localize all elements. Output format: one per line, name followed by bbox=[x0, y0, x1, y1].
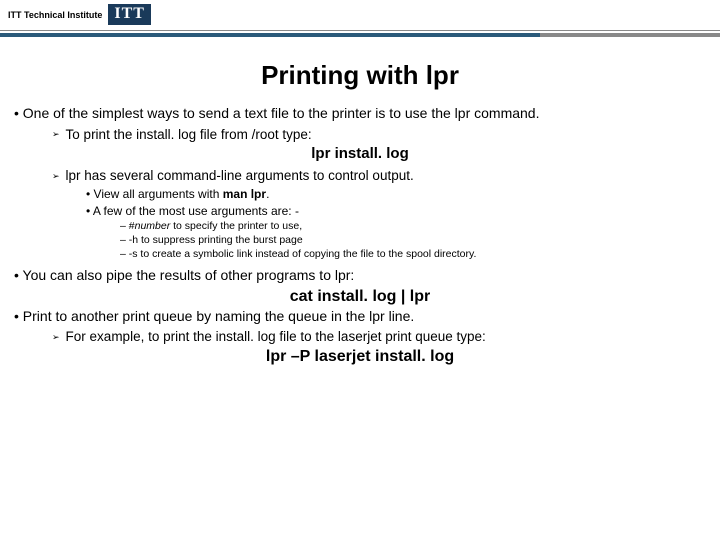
sub-bullet: ➢ To print the install. log file from /ro… bbox=[52, 127, 706, 144]
bold-text: man lpr bbox=[223, 187, 266, 201]
bullet-item: • Print to another print queue by naming… bbox=[14, 308, 706, 326]
sub-sub-bullet: • View all arguments with man lpr. bbox=[86, 187, 706, 202]
arrow-bullet-icon: ➢ bbox=[52, 332, 60, 342]
bullet-item: • You can also pipe the results of other… bbox=[14, 267, 706, 285]
bullet-item: • One of the simplest ways to send a tex… bbox=[14, 105, 706, 123]
command-text: lpr install. log bbox=[14, 145, 706, 164]
slide-header: ITT Technical Institute ITT bbox=[0, 0, 720, 42]
arrow-bullet-icon: ➢ bbox=[52, 129, 60, 139]
slide-title: Printing with lpr bbox=[0, 60, 720, 91]
sub-bullet-text: For example, to print the install. log f… bbox=[66, 329, 486, 344]
dash-item: – -h to suppress printing the burst page bbox=[120, 234, 706, 247]
italic-text: number bbox=[135, 220, 171, 232]
header-divider bbox=[0, 30, 720, 37]
sub-bullet: ➢ lpr has several command-line arguments … bbox=[52, 168, 706, 185]
logo-area: ITT Technical Institute ITT bbox=[8, 4, 151, 25]
command-text: cat install. log | lpr bbox=[14, 287, 706, 307]
sub-bullet-text: lpr has several command-line arguments t… bbox=[66, 168, 414, 183]
slide-content: • One of the simplest ways to send a tex… bbox=[0, 105, 720, 367]
arrow-bullet-icon: ➢ bbox=[52, 171, 60, 181]
sub-sub-bullet: • A few of the most use arguments are: - bbox=[86, 204, 706, 219]
dash-item: – #number to specify the printer to use, bbox=[120, 220, 706, 233]
sub-bullet: ➢ For example, to print the install. log … bbox=[52, 329, 706, 346]
brand-name: ITT Technical Institute bbox=[8, 10, 102, 20]
dash-item: – -s to create a symbolic link instead o… bbox=[120, 248, 706, 261]
command-text: lpr –P laserjet install. log bbox=[14, 347, 706, 367]
logo-icon: ITT bbox=[108, 4, 151, 25]
sub-bullet-text: To print the install. log file from /roo… bbox=[66, 127, 312, 142]
